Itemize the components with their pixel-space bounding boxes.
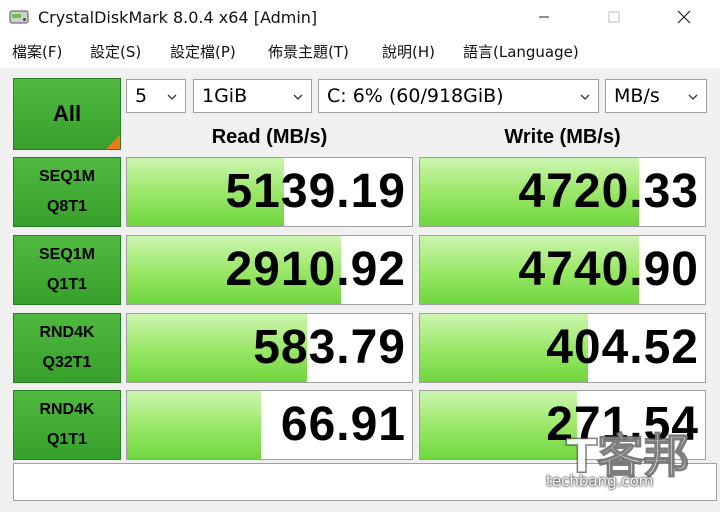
menu-theme[interactable]: 佈景主題(T) (268, 41, 349, 62)
test-label-line2: Q1T1 (46, 431, 87, 448)
unit-value: MB/s (614, 85, 660, 107)
write-value: 4740.90 (518, 243, 699, 296)
menu-language[interactable]: 語言(Language) (463, 41, 579, 62)
read-value: 583.79 (253, 321, 406, 374)
test-count-value: 5 (135, 85, 148, 107)
read-bar (127, 391, 261, 459)
drive-value: C: 6% (60/918GiB) (327, 85, 504, 107)
read-column-header: Read (MB/s) (211, 126, 328, 148)
write-value: 4720.33 (518, 165, 699, 218)
watermark-logo: T客邦 techbang.com (536, 420, 716, 510)
chevron-down-icon (580, 94, 590, 100)
app-disk-icon (9, 10, 29, 24)
maximize-button[interactable] (590, 0, 638, 34)
minimize-icon (539, 16, 549, 18)
write-result: 4720.33 (419, 157, 706, 227)
maximize-icon (608, 11, 620, 23)
test-label-line1: RND4K (39, 401, 95, 418)
title-bar: CrystalDiskMark 8.0.4 x64 [Admin] (0, 0, 720, 34)
menu-bar: 檔案(F) 設定(S) 設定檔(P) 佈景主題(T) 說明(H) 語言(Lang… (0, 38, 720, 64)
write-column-header: Write (MB/s) (504, 126, 621, 148)
test-label-line1: RND4K (39, 324, 95, 341)
all-button[interactable]: All (13, 78, 121, 150)
all-button-label: All (52, 101, 82, 126)
read-result: 2910.92 (126, 235, 413, 305)
write-result: 4740.90 (419, 235, 706, 305)
read-value: 2910.92 (225, 243, 406, 296)
test-count-select[interactable]: 5 (126, 79, 186, 113)
read-result: 583.79 (126, 313, 413, 383)
read-value: 66.91 (280, 398, 406, 451)
test-button-seq1m-q8t1[interactable]: SEQ1M Q8T1 (13, 157, 121, 227)
test-label-line1: SEQ1M (38, 246, 95, 263)
test-label-line1: SEQ1M (38, 168, 95, 185)
corner-marker (106, 135, 120, 149)
write-result: 404.52 (419, 313, 706, 383)
test-size-select[interactable]: 1GiB (193, 79, 312, 113)
test-label-line2: Q1T1 (46, 276, 87, 293)
chevron-down-icon (167, 94, 177, 100)
unit-select[interactable]: MB/s (605, 79, 707, 113)
drive-select[interactable]: C: 6% (60/918GiB) (318, 79, 599, 113)
minimize-button[interactable] (520, 0, 568, 34)
read-value: 5139.19 (225, 165, 406, 218)
read-result: 66.91 (126, 390, 413, 460)
menu-settings[interactable]: 設定(S) (90, 41, 141, 62)
write-value: 404.52 (546, 321, 699, 374)
close-icon (677, 10, 691, 24)
close-button[interactable] (660, 0, 708, 34)
test-size-value: 1GiB (202, 85, 248, 107)
test-button-seq1m-q1t1[interactable]: SEQ1M Q1T1 (13, 235, 121, 305)
chevron-down-icon (688, 94, 698, 100)
menu-help[interactable]: 說明(H) (382, 41, 435, 62)
watermark-site: techbang.com (546, 472, 654, 490)
menu-file[interactable]: 檔案(F) (12, 41, 62, 62)
test-label-line2: Q32T1 (42, 354, 92, 371)
test-button-rnd4k-q1t1[interactable]: RND4K Q1T1 (13, 390, 121, 460)
window-title: CrystalDiskMark 8.0.4 x64 [Admin] (38, 8, 318, 27)
read-result: 5139.19 (126, 157, 413, 227)
test-label-line2: Q8T1 (46, 198, 87, 215)
chevron-down-icon (293, 94, 303, 100)
menu-profile[interactable]: 設定檔(P) (170, 41, 236, 62)
test-button-rnd4k-q32t1[interactable]: RND4K Q32T1 (13, 313, 121, 383)
